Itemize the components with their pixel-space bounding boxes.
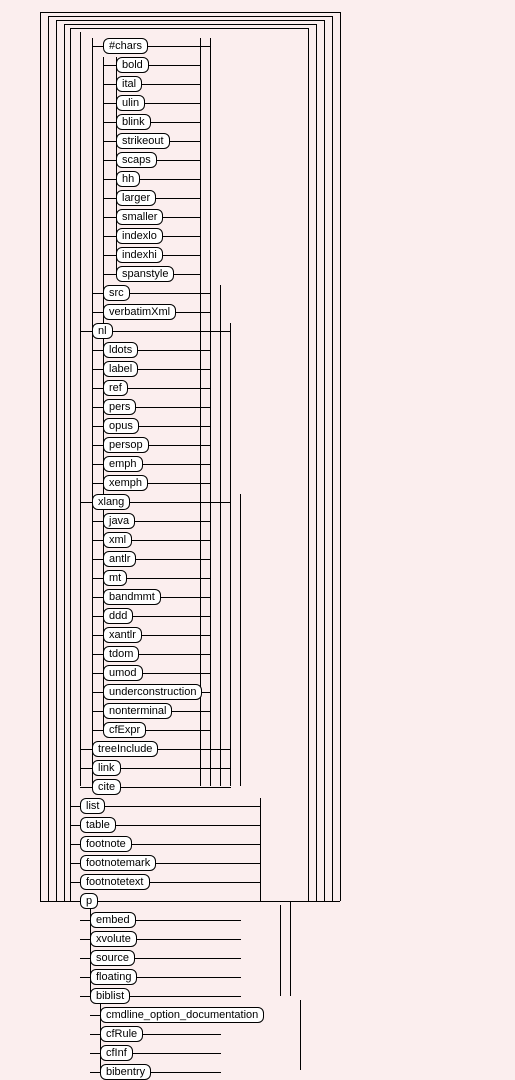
node-source: source	[90, 950, 135, 966]
node-xemph: xemph	[103, 475, 148, 491]
node-hh: hh	[116, 171, 140, 187]
node-cfinf: cfInf	[100, 1045, 133, 1061]
node-persop: persop	[103, 437, 149, 453]
node-cite: cite	[92, 779, 121, 795]
node-cmdline: cmdline_option_documentation	[100, 1007, 264, 1023]
node-underconstruction: underconstruction	[103, 684, 202, 700]
node-strikeout: strikeout	[116, 133, 170, 149]
node-xml: xml	[103, 532, 132, 548]
node-label: label	[103, 361, 138, 377]
node-bandmmt: bandmmt	[103, 589, 161, 605]
node-biblist: biblist	[90, 988, 130, 1004]
node-indexhi: indexhi	[116, 247, 163, 263]
node-ref: ref	[103, 380, 128, 396]
node-smaller: smaller	[116, 209, 163, 225]
node-opus: opus	[103, 418, 139, 434]
node-pers: pers	[103, 399, 136, 415]
node-p: p	[80, 893, 98, 909]
node-footnote: footnote	[80, 836, 132, 852]
node-nonterminal: nonterminal	[103, 703, 172, 719]
node-link: link	[92, 760, 121, 776]
node-treeinclude: treeInclude	[92, 741, 158, 757]
node-umod: umod	[103, 665, 143, 681]
node-footnotetext: footnotetext	[80, 874, 150, 890]
node-nl: nl	[92, 323, 113, 339]
node-ital: ital	[116, 76, 142, 92]
node-spanstyle: spanstyle	[116, 266, 174, 282]
node-xantlr: xantlr	[103, 627, 142, 643]
node-emph: emph	[103, 456, 143, 472]
node-bibentry: bibentry	[100, 1064, 151, 1080]
node-cfrule: cfRule	[100, 1026, 143, 1042]
node-ulin: ulin	[116, 95, 145, 111]
node-ddd: ddd	[103, 608, 133, 624]
node-embed: embed	[90, 912, 136, 928]
node-indexlo: indexlo	[116, 228, 163, 244]
node-java: java	[103, 513, 135, 529]
node-xvolute: xvolute	[90, 931, 137, 947]
node-mt: mt	[103, 570, 127, 586]
node-scaps: scaps	[116, 152, 157, 168]
node-xlang: xlang	[92, 494, 130, 510]
node-table: table	[80, 817, 116, 833]
node-blink: blink	[116, 114, 151, 130]
node-verbatimxml: verbatimXml	[103, 304, 176, 320]
node-ldots: ldots	[103, 342, 138, 358]
node-footnotemark: footnotemark	[80, 855, 156, 871]
node-src: src	[103, 285, 130, 301]
node-floating: floating	[90, 969, 137, 985]
node-bold: bold	[116, 57, 149, 73]
node-tdom: tdom	[103, 646, 139, 662]
node-larger: larger	[116, 190, 156, 206]
node-cfexpr: cfExpr	[103, 722, 146, 738]
node-list: list	[80, 798, 105, 814]
node-chars: #chars	[103, 38, 148, 54]
node-antlr: antlr	[103, 551, 136, 567]
